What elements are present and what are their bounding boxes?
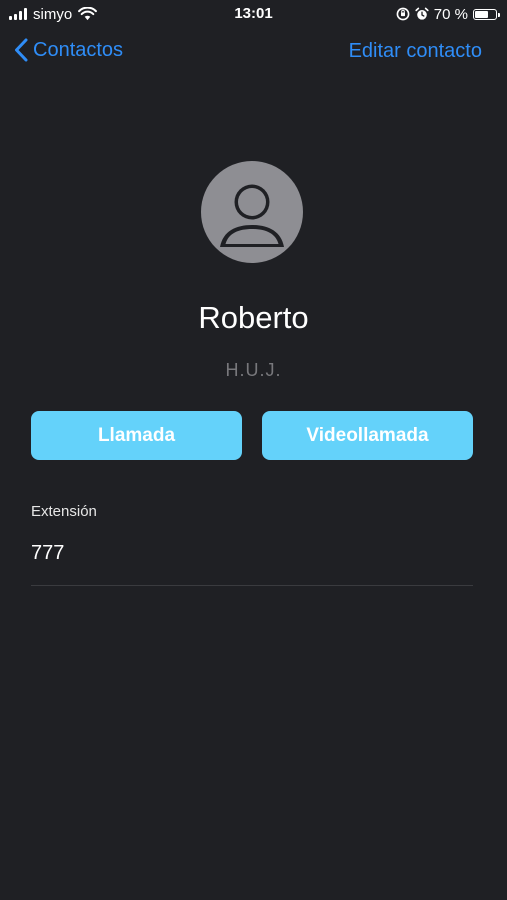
extension-label: Extensión bbox=[31, 503, 97, 520]
contact-name: Roberto bbox=[198, 300, 309, 335]
battery-percent: 70 % bbox=[433, 5, 468, 23]
extension-value[interactable]: 777 bbox=[31, 542, 64, 565]
edit-contact-button[interactable]: Editar contacto bbox=[349, 40, 482, 63]
back-button[interactable]: Contactos bbox=[14, 38, 123, 62]
battery-level-fill bbox=[475, 10, 488, 18]
status-right: 70 % bbox=[396, 5, 500, 23]
contact-initials: H.U.J. bbox=[225, 360, 282, 380]
avatar bbox=[201, 161, 303, 263]
call-button[interactable]: Llamada bbox=[31, 411, 242, 460]
person-placeholder-icon bbox=[220, 184, 284, 247]
back-button-label: Contactos bbox=[33, 38, 124, 61]
chevron-left-icon bbox=[15, 38, 28, 62]
alarm-icon bbox=[415, 7, 429, 20]
status-bar: simyo 13:01 70 % bbox=[0, 0, 507, 28]
orientation-lock-icon bbox=[396, 7, 410, 21]
field-divider bbox=[31, 585, 473, 586]
battery-icon bbox=[473, 8, 500, 20]
video-call-button[interactable]: Videollamada bbox=[262, 411, 473, 460]
